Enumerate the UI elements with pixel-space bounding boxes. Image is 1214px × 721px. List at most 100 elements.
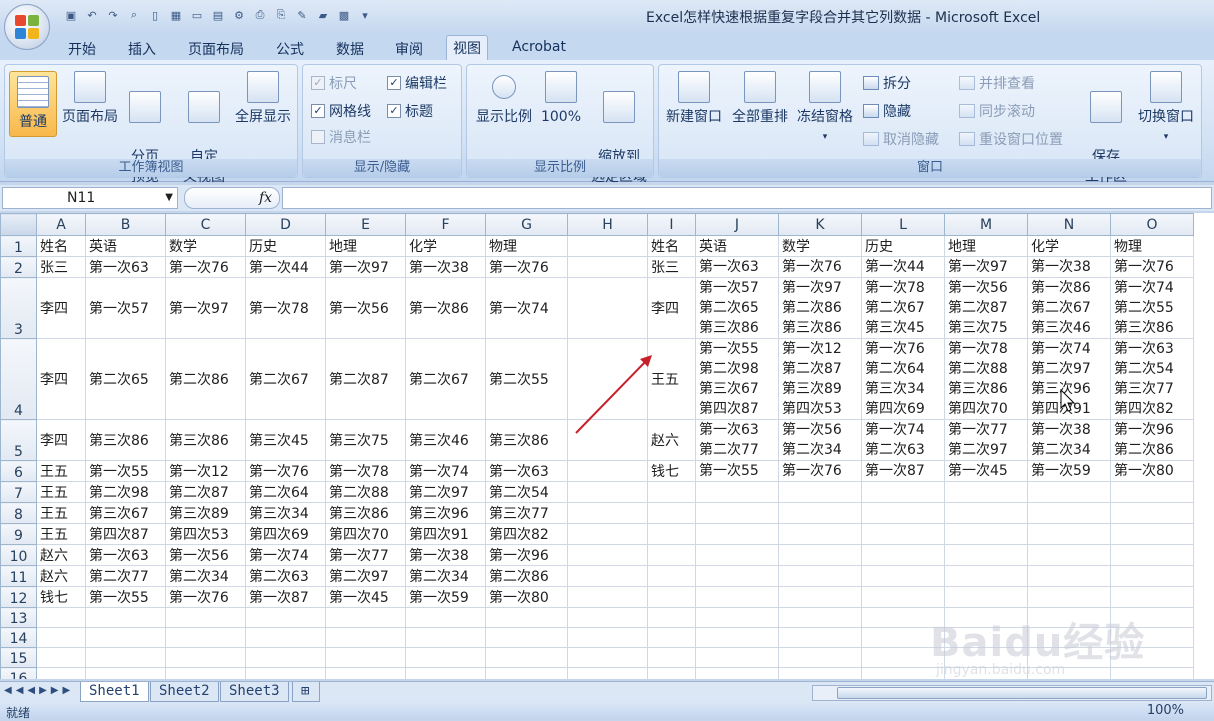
row-header[interactable]: 9 xyxy=(0,523,37,545)
column-header[interactable]: B xyxy=(85,213,166,236)
cell[interactable] xyxy=(944,481,1028,503)
cell[interactable] xyxy=(778,607,862,628)
cell[interactable] xyxy=(405,667,486,679)
cell[interactable]: 第二次34 xyxy=(405,565,486,587)
cell[interactable] xyxy=(695,502,779,524)
cell[interactable]: 王五 xyxy=(36,523,86,545)
cell[interactable] xyxy=(165,627,246,648)
cell[interactable]: 张三 xyxy=(36,256,86,278)
cell[interactable]: 第一次74 xyxy=(245,544,326,566)
cell[interactable] xyxy=(567,460,648,482)
cell[interactable]: 第一次87 xyxy=(245,586,326,608)
cell[interactable]: 物理 xyxy=(485,235,568,257)
cell[interactable] xyxy=(1110,502,1194,524)
cell[interactable] xyxy=(567,419,648,461)
tab-formulas[interactable]: 公式 xyxy=(270,37,310,61)
cell[interactable]: 第一次97 xyxy=(944,256,1028,278)
zoom-button[interactable]: 显示比例 xyxy=(471,71,537,127)
cell[interactable] xyxy=(695,647,779,668)
cell[interactable]: 第二次86 xyxy=(485,565,568,587)
row-header[interactable]: 3 xyxy=(0,277,37,339)
cell[interactable]: 第一次78 第二次88 第三次86 第四次70 xyxy=(944,338,1028,420)
cell[interactable]: 第一次56 xyxy=(165,544,246,566)
cell[interactable] xyxy=(85,607,166,628)
tab-home[interactable]: 开始 xyxy=(62,37,102,61)
cell[interactable] xyxy=(567,565,648,587)
cell[interactable]: 第一次78 xyxy=(245,277,326,339)
cell[interactable]: 第二次67 xyxy=(405,338,486,420)
message-bar-checkbox[interactable]: 消息栏 xyxy=(311,127,371,147)
cell[interactable] xyxy=(1027,544,1111,566)
cell[interactable] xyxy=(944,502,1028,524)
picture-icon[interactable]: ▩ xyxy=(335,6,353,24)
cell[interactable] xyxy=(567,256,648,278)
cell[interactable] xyxy=(647,667,696,679)
cell[interactable]: 第二次63 xyxy=(245,565,326,587)
cell[interactable]: 第三次45 xyxy=(245,419,326,461)
cell[interactable] xyxy=(36,607,86,628)
cell[interactable] xyxy=(567,647,648,668)
switch-windows-button[interactable]: 切换窗口 ▾ xyxy=(1133,71,1199,147)
column-header[interactable]: O xyxy=(1110,213,1194,236)
headings-checkbox[interactable]: ✓ 标题 xyxy=(387,101,433,121)
cell[interactable] xyxy=(485,667,568,679)
cell[interactable]: 第一次55 xyxy=(85,586,166,608)
cell[interactable]: 第一次76 xyxy=(778,256,862,278)
arrange-all-button[interactable]: 全部重排 xyxy=(729,71,791,127)
cell[interactable]: 第一次87 xyxy=(861,460,945,482)
cell[interactable]: 第一次59 xyxy=(1027,460,1111,482)
cell[interactable] xyxy=(567,586,648,608)
cell[interactable]: 第一次97 xyxy=(325,256,406,278)
column-header[interactable]: G xyxy=(485,213,568,236)
cell[interactable] xyxy=(85,647,166,668)
cell[interactable] xyxy=(325,667,406,679)
cell[interactable] xyxy=(245,667,326,679)
undo-icon[interactable]: ↶ xyxy=(83,6,101,24)
cell[interactable]: 第二次34 xyxy=(165,565,246,587)
cell[interactable] xyxy=(567,544,648,566)
row-header[interactable]: 5 xyxy=(0,419,37,461)
hide-button[interactable]: 隐藏 xyxy=(863,101,911,121)
cell[interactable]: 第一次57 xyxy=(85,277,166,339)
cell[interactable]: 英语 xyxy=(85,235,166,257)
row-header[interactable]: 12 xyxy=(0,586,37,608)
cell[interactable] xyxy=(85,667,166,679)
cell[interactable]: 第一次38 xyxy=(1027,256,1111,278)
cell[interactable]: 第一次78 xyxy=(325,460,406,482)
column-header[interactable]: N xyxy=(1027,213,1111,236)
cell[interactable] xyxy=(567,481,648,503)
column-header[interactable]: K xyxy=(778,213,862,236)
cell[interactable] xyxy=(695,523,779,545)
cell[interactable]: 第二次54 xyxy=(485,481,568,503)
cell[interactable] xyxy=(245,627,326,648)
save-icon[interactable]: ▣ xyxy=(62,6,80,24)
cell[interactable]: 第一次97 第二次86 第三次86 xyxy=(778,277,862,339)
cell[interactable] xyxy=(778,647,862,668)
row-header[interactable]: 16 xyxy=(0,667,37,679)
cell[interactable]: 第一次12 第二次87 第三次89 第四次53 xyxy=(778,338,862,420)
full-screen-button[interactable]: 全屏显示 xyxy=(231,71,295,127)
name-box[interactable]: N11 ▼ xyxy=(2,187,178,209)
cell[interactable] xyxy=(647,481,696,503)
cell[interactable]: 姓名 xyxy=(647,235,696,257)
cell[interactable] xyxy=(778,502,862,524)
cell[interactable]: 第一次44 xyxy=(861,256,945,278)
cell[interactable]: 第三次86 xyxy=(165,419,246,461)
print-preview-icon[interactable]: ⌕ xyxy=(125,6,143,24)
sheet-tab-3[interactable]: Sheet3 xyxy=(220,682,289,702)
cell[interactable] xyxy=(165,667,246,679)
cell[interactable]: 第一次77 xyxy=(325,544,406,566)
normal-view-button[interactable]: 普通 xyxy=(9,71,57,137)
sync-scroll-button[interactable]: 同步滚动 xyxy=(959,101,1035,121)
chevron-down-icon[interactable]: ▼ xyxy=(165,192,173,203)
row-header[interactable]: 15 xyxy=(0,647,37,668)
cell[interactable]: 第一次63 xyxy=(85,544,166,566)
cell[interactable]: 第一次96 xyxy=(485,544,568,566)
cell[interactable]: 第三次46 xyxy=(405,419,486,461)
cell[interactable]: 第一次63 xyxy=(695,256,779,278)
cell[interactable]: 第一次55 xyxy=(695,460,779,482)
cell[interactable]: 第二次65 xyxy=(85,338,166,420)
cell[interactable] xyxy=(1110,544,1194,566)
cell[interactable] xyxy=(485,647,568,668)
cell[interactable] xyxy=(861,502,945,524)
